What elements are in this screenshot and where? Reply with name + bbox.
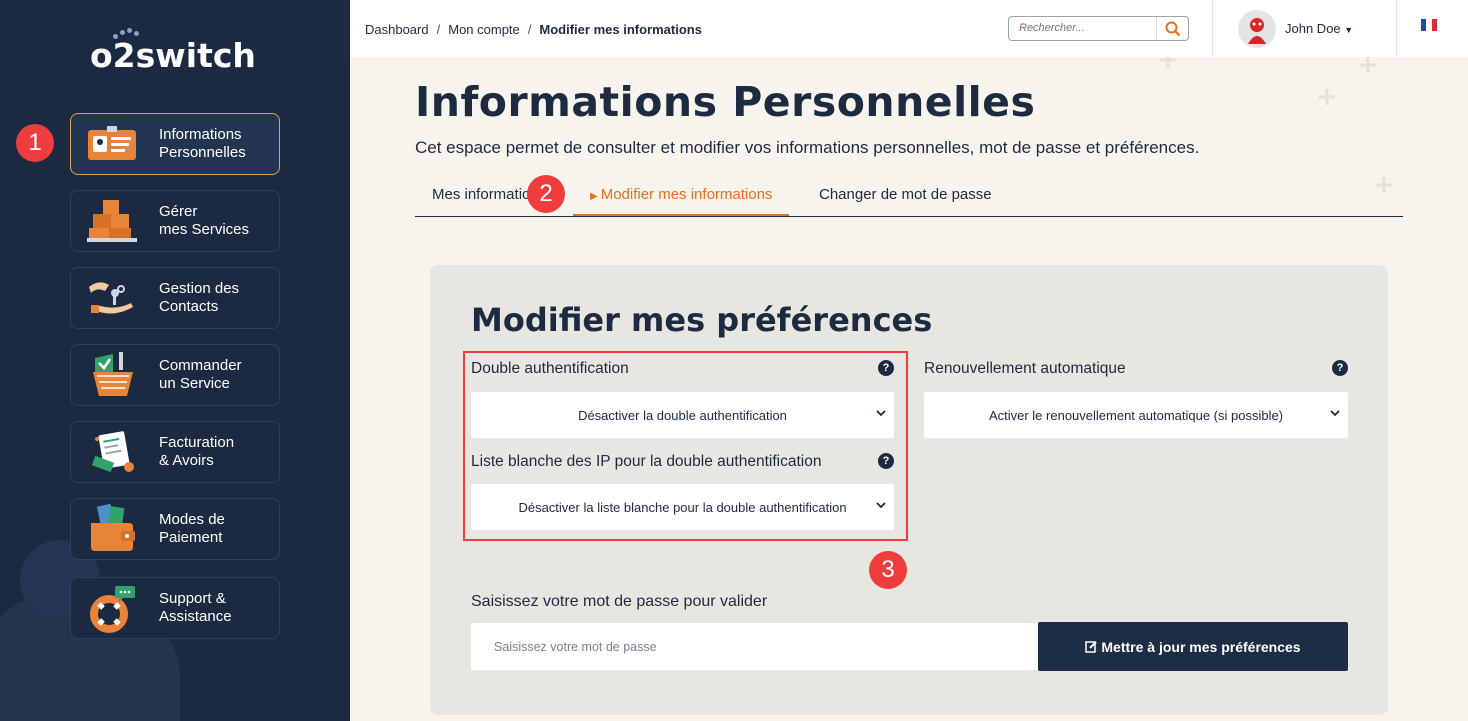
- annotation-badge-2: 2: [527, 175, 565, 213]
- breadcrumb-dashboard[interactable]: Dashboard: [365, 22, 429, 37]
- sidebar-item-label: Gérer mes Services: [159, 203, 250, 238]
- help-icon[interactable]: ?: [878, 360, 894, 376]
- sidebar-item-label: Facturation & Avoirs: [159, 434, 235, 469]
- invoice-icon: [83, 424, 143, 480]
- select-value: Désactiver la double authentification: [578, 407, 787, 423]
- auto-renew-select[interactable]: Activer le renouvellement automatique (s…: [924, 392, 1348, 438]
- sidebar-item-label: Informations Personnelles: [159, 126, 246, 161]
- shopping-basket-icon: [83, 347, 143, 403]
- ip-whitelist-select[interactable]: Désactiver la liste blanche pour la doub…: [471, 484, 894, 530]
- password-input[interactable]: [471, 623, 1039, 670]
- sidebar-item-label: Commander un Service: [159, 357, 242, 392]
- update-preferences-button[interactable]: Mettre à jour mes préférences: [1038, 622, 1348, 671]
- topbar: Dashboard / Mon compte / Modifier mes inform…: [350, 0, 1468, 57]
- search-box: [1008, 16, 1189, 41]
- breadcrumb-separator: /: [527, 22, 532, 37]
- decorative-cross: +: [1316, 82, 1338, 112]
- breadcrumb-current: Modifier mes informations: [539, 22, 702, 37]
- avatar[interactable]: [1238, 10, 1276, 48]
- boxes-icon: [83, 193, 143, 249]
- french-flag-icon[interactable]: [1421, 19, 1437, 31]
- breadcrumb-separator: /: [436, 22, 441, 37]
- help-icon[interactable]: ?: [1332, 360, 1348, 376]
- sidebar-item-support[interactable]: Support & Assistance: [70, 577, 280, 639]
- breadcrumb-mon-compte[interactable]: Mon compte: [448, 22, 520, 37]
- annotation-badge-3: 3: [869, 551, 907, 589]
- card-title: Modifier mes préférences: [471, 301, 933, 339]
- double-auth-select[interactable]: Désactiver la double authentification: [471, 392, 894, 438]
- sidebar-item-gestion-contacts[interactable]: Gestion des Contacts: [70, 267, 280, 329]
- password-label: Saisissez votre mot de passe pour valide…: [471, 593, 768, 610]
- auto-renew-label: Renouvellement automatique: [924, 360, 1126, 377]
- user-name: John Doe: [1285, 21, 1341, 36]
- chevron-down-icon: [876, 502, 886, 509]
- annotation-badge-1: 1: [16, 124, 54, 162]
- tab-changer-mot-de-passe[interactable]: Changer de mot de passe: [802, 176, 1009, 216]
- ip-whitelist-label: Liste blanche des IP pour la double auth…: [471, 453, 822, 470]
- sidebar: o2switch Informations Personnelles Gérer…: [0, 0, 350, 721]
- search-icon: [1165, 21, 1180, 36]
- page-title: Informations Personnelles: [415, 78, 1036, 126]
- divider: [1396, 0, 1397, 57]
- sidebar-item-informations-personnelles[interactable]: Informations Personnelles: [70, 113, 280, 175]
- lifebuoy-icon: [83, 580, 143, 636]
- select-value: Désactiver la liste blanche pour la doub…: [518, 499, 847, 515]
- logo[interactable]: o2switch: [90, 36, 256, 75]
- edit-icon: [1085, 641, 1098, 653]
- sidebar-item-facturation[interactable]: Facturation & Avoirs: [70, 421, 280, 483]
- wallet-icon: [83, 501, 143, 557]
- page-description: Cet espace permet de consulter et modifi…: [415, 138, 1200, 157]
- button-label: Mettre à jour mes préférences: [1101, 638, 1301, 655]
- tab-label: Modifier mes informations: [600, 186, 773, 203]
- help-icon[interactable]: ?: [878, 453, 894, 469]
- sidebar-item-modes-paiement[interactable]: Modes de Paiement: [70, 498, 280, 560]
- chevron-down-icon: [1330, 410, 1340, 417]
- tab-modifier-mes-informations[interactable]: ▶ Modifier mes informations: [573, 176, 790, 216]
- user-menu[interactable]: John Doe ▼: [1285, 21, 1353, 36]
- divider: [1212, 0, 1213, 57]
- sidebar-item-label: Support & Assistance: [159, 590, 232, 625]
- caret-right-icon: ▶: [590, 191, 598, 202]
- select-value: Activer le renouvellement automatique (s…: [988, 407, 1284, 423]
- sidebar-item-gerer-services[interactable]: Gérer mes Services: [70, 190, 280, 252]
- handshake-keys-icon: [83, 270, 143, 326]
- chevron-down-icon: [876, 410, 886, 417]
- sidebar-item-label: Modes de Paiement: [159, 511, 225, 546]
- id-card-icon: [83, 116, 143, 172]
- sidebar-item-commander-service[interactable]: Commander un Service: [70, 344, 280, 406]
- tab-label: Changer de mot de passe: [819, 186, 992, 203]
- search-button[interactable]: [1156, 17, 1188, 40]
- double-auth-label: Double authentification: [471, 360, 629, 377]
- sidebar-item-label: Gestion des Contacts: [159, 280, 240, 315]
- search-input[interactable]: [1019, 22, 1154, 34]
- chevron-down-icon: ▼: [1344, 25, 1354, 35]
- breadcrumb: Dashboard / Mon compte / Modifier mes inform…: [365, 22, 702, 37]
